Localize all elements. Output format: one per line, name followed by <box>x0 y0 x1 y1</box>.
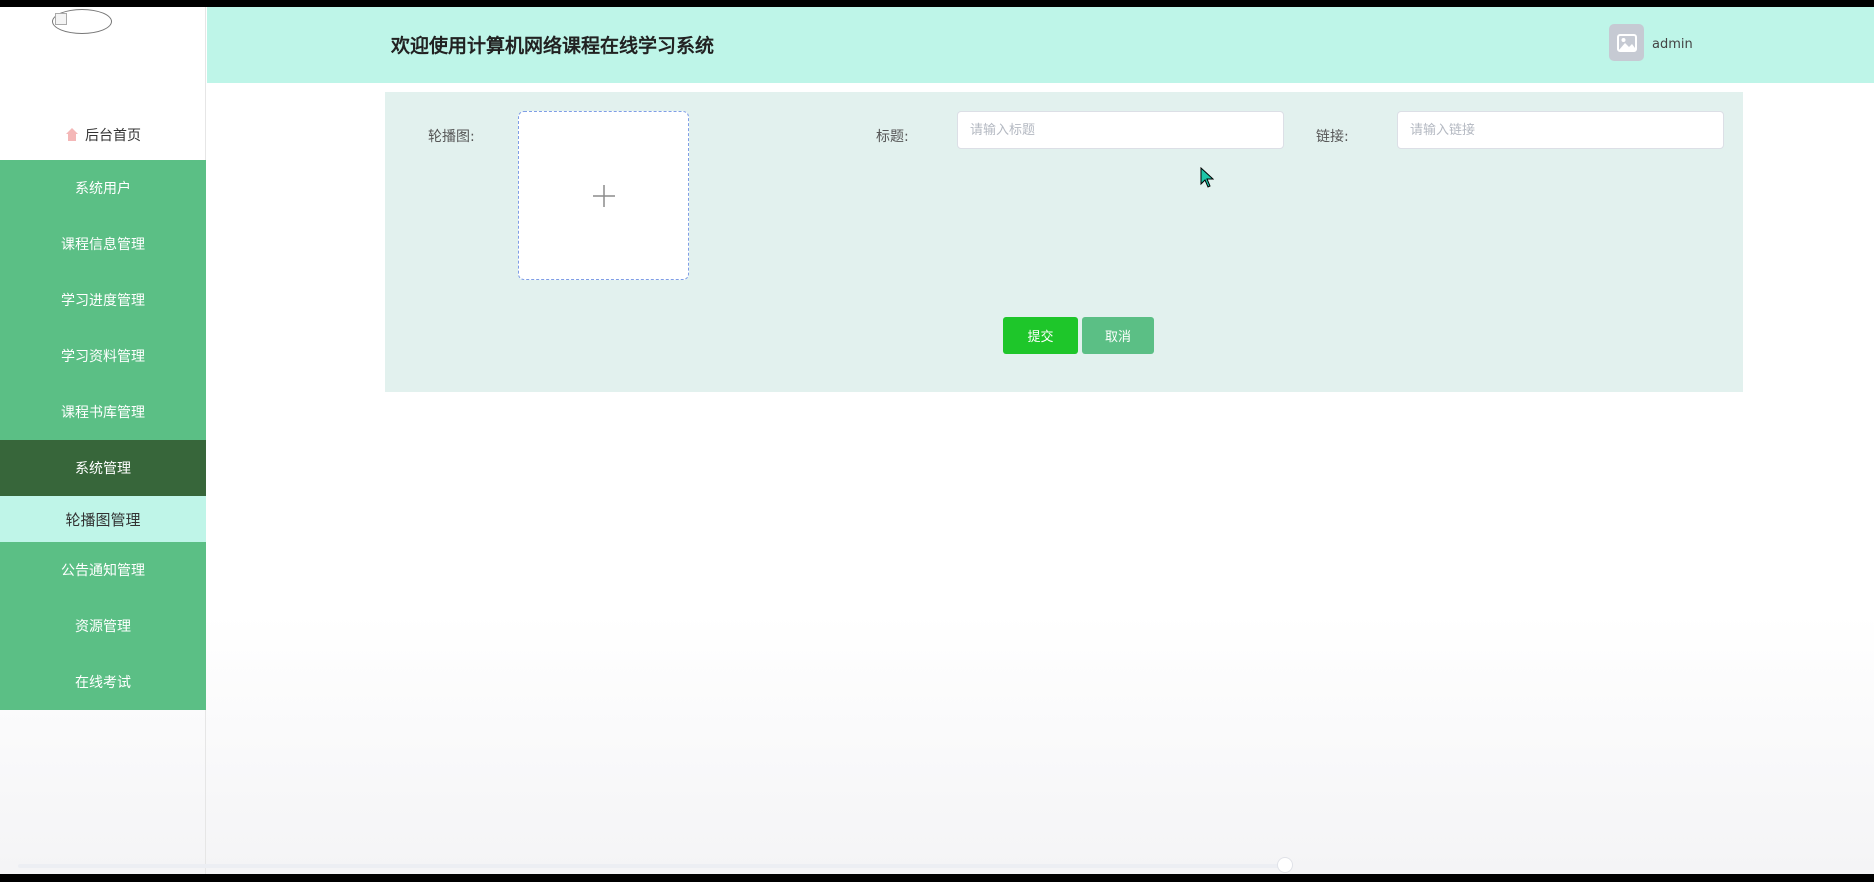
cancel-button[interactable]: 取消 <box>1082 317 1154 354</box>
sidebar-item-label: 系统管理 <box>75 461 131 477</box>
carousel-form-panel: 轮播图: 标题: 链接: 提交 取消 <box>385 92 1743 392</box>
logo-image <box>52 9 112 34</box>
sidebar-item-course-library[interactable]: 课程书库管理 <box>0 384 206 440</box>
top-header: 欢迎使用计算机网络课程在线学习系统 admin <box>207 7 1874 83</box>
home-icon <box>65 128 79 142</box>
image-placeholder-icon <box>1616 33 1637 52</box>
sidebar-item-announcements[interactable]: 公告通知管理 <box>0 542 206 598</box>
image-upload-box[interactable] <box>518 111 689 280</box>
sidebar-item-system-management[interactable]: 系统管理 <box>0 440 206 496</box>
sidebar-item-label: 轮播图管理 <box>65 510 141 529</box>
plus-icon <box>592 184 615 207</box>
sidebar-item-label: 学习资料管理 <box>61 349 145 365</box>
username-label[interactable]: admin <box>1652 37 1693 52</box>
sidebar-item-resources[interactable]: 资源管理 <box>0 598 206 654</box>
sidebar-item-course-info[interactable]: 课程信息管理 <box>0 216 206 272</box>
sidebar-item-system-users[interactable]: 系统用户 <box>0 160 206 216</box>
sidebar-item-label: 公告通知管理 <box>61 563 145 579</box>
sidebar-item-label: 课程信息管理 <box>61 237 145 253</box>
page-title: 欢迎使用计算机网络课程在线学习系统 <box>391 35 715 57</box>
sidebar-home-link[interactable]: 后台首页 <box>0 111 206 159</box>
sidebar-home-label: 后台首页 <box>85 128 141 144</box>
link-input[interactable] <box>1397 111 1724 149</box>
horizontal-scrollbar-thumb[interactable] <box>1277 857 1293 873</box>
broken-image-icon <box>55 13 67 25</box>
carousel-image-label: 轮播图: <box>428 129 475 145</box>
sidebar-menu: 系统用户 课程信息管理 学习进度管理 学习资料管理 课程书库管理 系统管理 轮播… <box>0 160 206 710</box>
sidebar-item-label: 资源管理 <box>75 619 131 635</box>
sidebar-subitem-carousel-management[interactable]: 轮播图管理 <box>0 496 206 542</box>
sidebar-item-label: 课程书库管理 <box>61 405 145 421</box>
submit-button[interactable]: 提交 <box>1003 317 1078 354</box>
sidebar-item-learning-materials[interactable]: 学习资料管理 <box>0 328 206 384</box>
avatar[interactable] <box>1609 24 1644 61</box>
sidebar: 后台首页 系统用户 课程信息管理 学习进度管理 学习资料管理 课程书库管理 系统… <box>0 7 206 874</box>
link-field-label: 链接: <box>1316 129 1349 145</box>
sidebar-item-label: 系统用户 <box>75 181 131 197</box>
sidebar-item-label: 学习进度管理 <box>61 293 145 309</box>
app-viewport: 后台首页 系统用户 课程信息管理 学习进度管理 学习资料管理 课程书库管理 系统… <box>0 7 1874 874</box>
horizontal-scrollbar-track[interactable] <box>18 864 1288 868</box>
sidebar-item-learning-progress[interactable]: 学习进度管理 <box>0 272 206 328</box>
title-input[interactable] <box>957 111 1284 149</box>
title-field-label: 标题: <box>876 129 909 145</box>
mouse-cursor-icon <box>1200 167 1214 188</box>
sidebar-item-online-exam[interactable]: 在线考试 <box>0 654 206 710</box>
sidebar-item-label: 在线考试 <box>75 675 131 691</box>
